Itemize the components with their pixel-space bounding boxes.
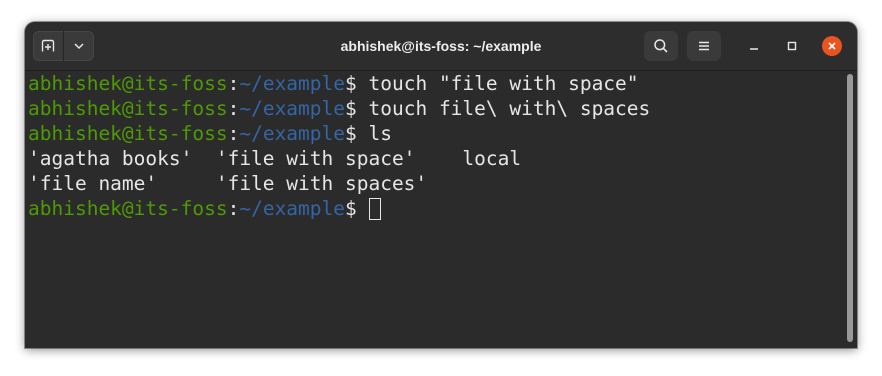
prompt-path: ~/example — [239, 122, 346, 145]
prompt-path: ~/example — [239, 97, 346, 120]
maximize-button[interactable] — [782, 36, 802, 56]
terminal-output-area[interactable]: abhishek@its-foss:~/example$ touch "file… — [25, 71, 843, 348]
scrollbar[interactable] — [843, 71, 857, 348]
prompt-user: abhishek@its-foss — [28, 97, 228, 120]
menu-button[interactable] — [687, 31, 721, 61]
output-line: 'file name' 'file with spaces' — [28, 172, 428, 195]
scrollbar-thumb[interactable] — [847, 74, 853, 342]
tab-dropdown-button[interactable] — [63, 31, 94, 61]
text-cursor — [368, 198, 381, 220]
active-prompt-line: abhishek@its-foss:~/example$ — [28, 196, 843, 221]
command-text: touch "file with space" — [356, 72, 639, 95]
window-title: abhishek@its-foss: ~/example — [340, 38, 542, 54]
prompt-path: ~/example — [239, 197, 346, 220]
command-text: ls — [356, 122, 393, 145]
prompt-dollar: $ — [345, 72, 357, 95]
search-button[interactable] — [644, 31, 678, 61]
minimize-button[interactable] — [744, 36, 764, 56]
prompt-user: abhishek@its-foss — [28, 122, 228, 145]
prompt-colon: : — [227, 97, 240, 120]
tab-button-group — [33, 31, 94, 61]
prompt-dollar: $ — [345, 97, 357, 120]
title-bar: abhishek@its-foss: ~/example — [25, 22, 857, 71]
command-line: abhishek@its-foss:~/example$ touch "file… — [28, 71, 843, 96]
chevron-down-icon — [74, 43, 84, 50]
command-text: touch file\ with\ spaces — [356, 97, 651, 120]
prompt-user: abhishek@its-foss — [28, 197, 228, 220]
command-line: abhishek@its-foss:~/example$ touch file\… — [28, 96, 843, 121]
close-button[interactable] — [822, 36, 842, 56]
current-input — [357, 197, 369, 220]
new-tab-icon — [41, 39, 55, 52]
output-line: 'agatha books' 'file with space' local — [28, 147, 522, 170]
prompt-user: abhishek@its-foss — [28, 72, 228, 95]
new-tab-button[interactable] — [33, 31, 63, 61]
terminal-window: abhishek@its-foss: ~/example abhishek@it… — [25, 22, 857, 348]
prompt-colon: : — [227, 72, 240, 95]
prompt-colon: : — [227, 197, 240, 220]
prompt-colon: : — [227, 122, 240, 145]
maximize-icon — [787, 41, 797, 51]
prompt-dollar: $ — [345, 122, 357, 145]
hamburger-menu-icon — [699, 41, 709, 51]
close-icon — [828, 42, 836, 50]
minimize-icon — [750, 48, 758, 50]
search-icon — [654, 39, 668, 53]
prompt-dollar: $ — [345, 197, 357, 220]
prompt-path: ~/example — [239, 72, 346, 95]
command-line: abhishek@its-foss:~/example$ ls — [28, 121, 843, 146]
